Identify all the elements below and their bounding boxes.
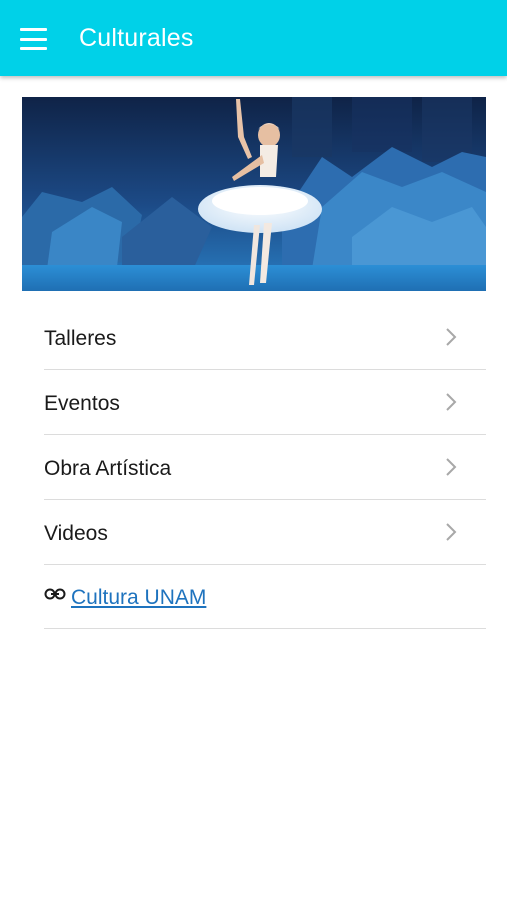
ballet-dancer-photo bbox=[22, 97, 486, 291]
menu-item-label: Talleres bbox=[44, 327, 117, 350]
menu-item-eventos[interactable]: Eventos bbox=[44, 370, 486, 435]
menu-item-label: Videos bbox=[44, 522, 108, 545]
menu-item-videos[interactable]: Videos bbox=[44, 500, 486, 565]
chevron-right-icon bbox=[446, 458, 457, 476]
hero-image bbox=[22, 97, 486, 291]
hamburger-menu-icon[interactable] bbox=[20, 28, 48, 50]
cultura-unam-link-row[interactable]: Cultura UNAM bbox=[44, 565, 486, 629]
menu-item-label: Obra Artística bbox=[44, 457, 172, 480]
chevron-right-icon bbox=[446, 523, 457, 541]
menu-list: Talleres Eventos Obra Artística Videos C… bbox=[44, 305, 486, 629]
app-bar: Culturales bbox=[0, 0, 507, 76]
link-icon bbox=[44, 588, 66, 600]
page-title: Culturales bbox=[79, 24, 194, 52]
cultura-unam-link[interactable]: Cultura UNAM bbox=[71, 586, 206, 610]
menu-item-obra-artistica[interactable]: Obra Artística bbox=[44, 435, 486, 500]
chevron-right-icon bbox=[446, 393, 457, 411]
menu-item-talleres[interactable]: Talleres bbox=[44, 305, 486, 370]
chevron-right-icon bbox=[446, 328, 457, 346]
menu-item-label: Eventos bbox=[44, 392, 120, 415]
